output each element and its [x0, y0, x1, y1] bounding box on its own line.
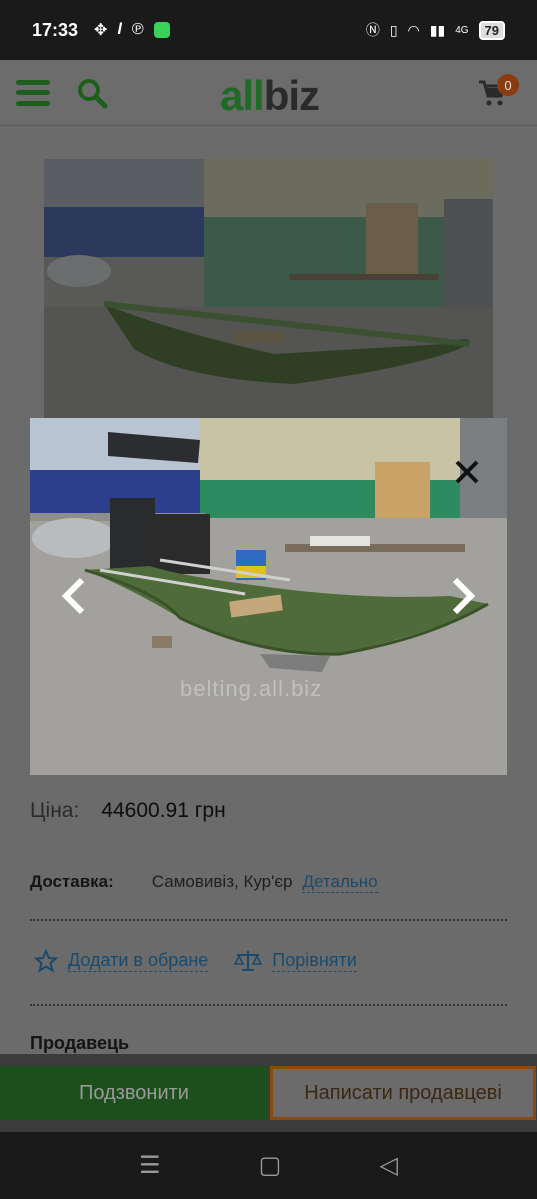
status-time: 17:33	[32, 19, 79, 40]
call-button[interactable]: Подзвонити	[0, 1066, 268, 1120]
delivery-details-link[interactable]: Детально	[302, 872, 378, 893]
lightbox-photo	[30, 418, 507, 775]
product-actions: Додати в обране Порівняти	[34, 949, 357, 973]
pinterest-icon: ℗	[131, 21, 144, 38]
cart-icon[interactable]: 0	[477, 74, 519, 110]
scales-icon	[234, 951, 263, 971]
price-label: Ціна:	[30, 799, 80, 822]
price-row: Ціна: 44600.91 грн	[30, 799, 226, 823]
message-seller-button[interactable]: Написати продавцеві	[270, 1066, 536, 1120]
status-bar: 17:33 ✥ l ℗ Ⓝ ▯ ◠ ▮▮ 4G 79	[0, 0, 537, 60]
delivery-label: Доставка:	[30, 872, 114, 891]
delivery-row: Доставка: Самовивіз, Кур'єр Детально	[30, 872, 378, 893]
system-icons: Ⓝ ▯ ◠ ▮▮ 4G 79	[366, 20, 505, 40]
move-icon: ✥	[94, 22, 108, 39]
battery-icon: 79	[478, 20, 505, 40]
image-lightbox: belting.all.biz	[30, 418, 507, 775]
close-icon[interactable]	[453, 458, 481, 486]
home-icon[interactable]: ▢	[259, 1151, 282, 1180]
signal-4g-icon: 4G	[455, 24, 469, 36]
add-to-favorites-button[interactable]: Додати в обране	[34, 949, 209, 973]
cart-count-badge: 0	[497, 74, 519, 96]
add-to-favorites-label: Додати в обране	[68, 950, 209, 972]
compare-button[interactable]: Порівняти	[234, 949, 357, 973]
whatsapp-icon	[153, 22, 170, 38]
previous-image-icon[interactable]	[58, 576, 88, 616]
image-watermark: belting.all.biz	[180, 676, 323, 701]
logo-all: all	[220, 72, 265, 119]
site-logo[interactable]: allbiz	[220, 72, 320, 120]
menu-icon[interactable]	[16, 79, 50, 106]
system-nav-bar: ☰ ▢ ◁	[0, 1132, 537, 1199]
recents-icon[interactable]: ☰	[139, 1151, 161, 1180]
contact-bar: Подзвонити Написати продавцеві	[0, 1054, 537, 1132]
price-value: 44600.91 грн	[101, 799, 226, 822]
back-icon[interactable]: ◁	[379, 1151, 397, 1180]
seller-heading: Продавець	[30, 1033, 130, 1053]
compare-label: Порівняти	[272, 950, 357, 972]
signal-icon: ▮▮	[429, 21, 446, 38]
app-l-icon: l	[117, 21, 122, 38]
nfc-icon: Ⓝ	[365, 22, 380, 38]
search-icon[interactable]	[76, 77, 108, 109]
vibrate-icon: ▯	[389, 21, 398, 38]
logo-biz: biz	[263, 72, 320, 119]
site-header: allbiz 0	[0, 60, 537, 126]
star-icon	[34, 949, 58, 973]
notification-icons: ✥ l ℗	[94, 20, 170, 40]
wifi-icon: ◠	[407, 21, 420, 38]
divider	[30, 919, 507, 921]
delivery-value: Самовивіз, Кур'єр	[151, 872, 293, 891]
divider	[30, 1004, 507, 1006]
next-image-icon[interactable]	[449, 576, 479, 616]
product-main-photo[interactable]	[44, 159, 493, 419]
